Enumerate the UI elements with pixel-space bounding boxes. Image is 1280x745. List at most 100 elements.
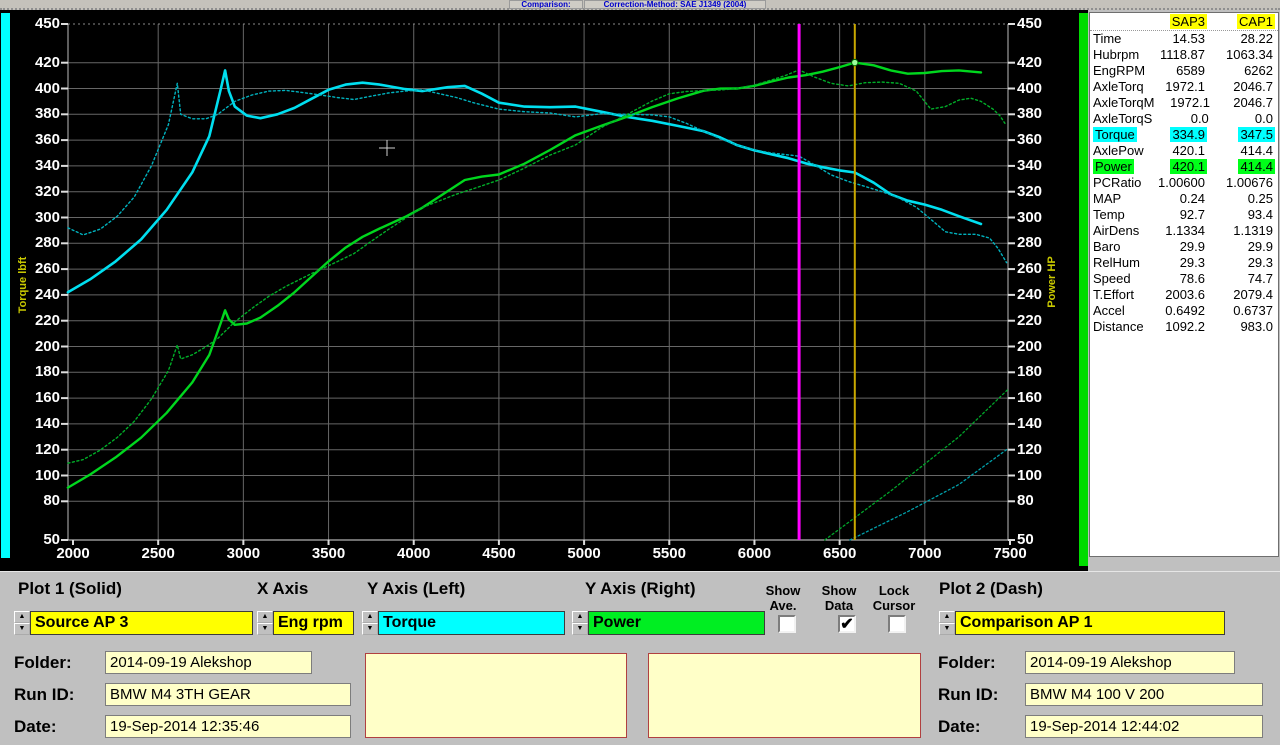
spinner-down-icon[interactable]: ▼: [14, 623, 30, 635]
table-row-axletorqm: AxleTorqM 1972.1 2046.7: [1093, 95, 1273, 110]
spinner-down-icon[interactable]: ▼: [572, 623, 588, 635]
run2-date-field[interactable]: 19-Sep-2014 12:44:02: [1025, 715, 1263, 738]
data-readout-panel: SAP3 CAP1 Time 14.53 28.22 Hubrpm 1118.87 1063.…: [1088, 10, 1280, 571]
plot2-spinner[interactable]: ▲ ▼: [939, 611, 955, 635]
column-header: CAP1: [1237, 14, 1275, 29]
y-axis-label-right: 80: [1017, 492, 1034, 510]
y-axis-label-right: 100: [1017, 466, 1043, 484]
spinner-down-icon[interactable]: ▼: [257, 623, 273, 635]
plot2-header: Plot 2 (Dash): [939, 579, 1043, 598]
dyno-plot[interactable]: [0, 10, 1088, 571]
run2-date-label: Date:: [938, 717, 981, 736]
y-axis-label-right: 140: [1017, 414, 1043, 432]
curve-sap3-torque-plot-1-solid-: [66, 69, 983, 294]
channel-value-table: SAP3 CAP1 Time 14.53 28.22 Hubrpm 1118.87 1063.…: [1089, 12, 1279, 557]
table-row-airdens: AirDens 1.1334 1.1319: [1093, 223, 1273, 238]
curve-cap1-power-run-up-dotted-: [824, 388, 1009, 541]
spinner-up-icon[interactable]: ▲: [257, 611, 273, 623]
control-panel: Plot 1 (Solid) X Axis Y Axis (Left) Y Ax…: [0, 571, 1280, 745]
y-axis-label-right: 160: [1017, 389, 1043, 407]
run1-runid-field[interactable]: BMW M4 3TH GEAR: [105, 683, 351, 706]
table-row-time: Time 14.53 28.22: [1093, 31, 1273, 46]
table-row-hubrpm: Hubrpm 1118.87 1063.34: [1093, 47, 1273, 62]
spinner-up-icon[interactable]: ▲: [572, 611, 588, 623]
run1-date-field[interactable]: 19-Sep-2014 12:35:46: [105, 715, 351, 738]
y-axis-label-right: 450: [1017, 15, 1043, 32]
y-axis-label-right: 380: [1017, 105, 1043, 123]
curve-cap1-torque-run-up-dotted-: [849, 447, 1009, 541]
plot2-comparison-field[interactable]: Comparison AP 1: [955, 611, 1225, 635]
y-axis-label-left: 420: [34, 53, 60, 71]
show-ave-checkbox[interactable]: [778, 615, 796, 633]
run2-comment-box[interactable]: [648, 653, 921, 738]
table-row-axletorq: AxleTorq 1972.1 2046.7: [1093, 79, 1273, 94]
main-content: 450 450 420 420 400 400 380 380 360 360 340 340 320 3…: [0, 10, 1280, 571]
y-axis-right-title: Power HP: [1046, 256, 1058, 308]
run1-date-label: Date:: [14, 717, 57, 736]
table-row-engrpm: EngRPM 6589 6262: [1093, 63, 1273, 78]
y-axis-label-right: 220: [1017, 311, 1043, 329]
data-cursor-marker: [851, 58, 859, 67]
y-axis-label-right: 300: [1017, 208, 1043, 226]
table-row-accel: Accel 0.6492 0.6737: [1093, 303, 1273, 318]
curve-cap1-power-plot-2-dash-: [67, 69, 1006, 464]
lock-cursor-label: Lock Cursor: [872, 583, 916, 613]
plot1-spinner[interactable]: ▲ ▼: [14, 611, 30, 635]
run2-folder-field[interactable]: 2014-09-19 Alekshop: [1025, 651, 1235, 674]
x-axis-label: 6000: [737, 545, 772, 562]
y-axis-label-right: 240: [1017, 285, 1043, 303]
y-axis-label-left: 340: [34, 156, 60, 174]
y-axis-label-left: 140: [34, 414, 60, 432]
x-axis-field[interactable]: Eng rpm: [273, 611, 354, 635]
table-row-map: MAP 0.24 0.25: [1093, 191, 1273, 206]
x-axis-label: 5000: [567, 545, 601, 562]
chart-region: 450 450 420 420 400 400 380 380 360 360 340 340 320 3…: [0, 10, 1088, 571]
table-row-t.effort: T.Effort 2003.6 2079.4: [1093, 287, 1273, 302]
y-right-field[interactable]: Power: [588, 611, 765, 635]
x-axis-label: 2000: [56, 545, 90, 562]
dyno-app-window: Comparison: Correction-Method: SAE J1349…: [0, 0, 1280, 745]
table-row-baro: Baro 29.9 29.9: [1093, 239, 1273, 254]
show-data-checkbox[interactable]: ✔: [838, 615, 856, 633]
x-axis-label: 6500: [822, 545, 857, 562]
title-bar: Comparison: Correction-Method: SAE J1349…: [0, 0, 1280, 10]
spinner-up-icon[interactable]: ▲: [939, 611, 955, 623]
table-header-row: SAP3 CAP1: [1090, 14, 1278, 31]
x-axis-label: 3500: [311, 545, 346, 562]
y-axis-left-header: Y Axis (Left): [367, 579, 466, 598]
table-row-speed: Speed 78.6 74.7: [1093, 271, 1273, 286]
x-axis-label: 3000: [226, 545, 261, 562]
table-row-power: Power 420.1 414.4: [1093, 159, 1275, 174]
spinner-down-icon[interactable]: ▼: [362, 623, 378, 635]
table-row-relhum: RelHum 29.3 29.3: [1093, 255, 1273, 270]
plot1-source-field[interactable]: Source AP 3: [30, 611, 253, 635]
y-axis-label-left: 320: [34, 182, 60, 200]
spinner-up-icon[interactable]: ▲: [362, 611, 378, 623]
y-left-spinner[interactable]: ▲ ▼: [362, 611, 378, 635]
y-axis-label-right: 280: [1017, 234, 1043, 252]
y-axis-left-title: Torque lbft: [17, 256, 29, 314]
y-axis-label-right: 340: [1017, 156, 1043, 174]
x-axis-label: 2500: [141, 545, 175, 562]
run1-comment-box[interactable]: [365, 653, 627, 738]
table-row-temp: Temp 92.7 93.4: [1093, 207, 1273, 222]
x-axis-spinner[interactable]: ▲ ▼: [257, 611, 273, 635]
y-left-field[interactable]: Torque: [378, 611, 565, 635]
spinner-up-icon[interactable]: ▲: [14, 611, 30, 623]
spinner-down-icon[interactable]: ▼: [939, 623, 955, 635]
y-right-spinner[interactable]: ▲ ▼: [572, 611, 588, 635]
y-axis-label-right: 320: [1017, 182, 1043, 200]
y-axis-label-right: 260: [1017, 260, 1043, 278]
x-axis-label: 7000: [908, 545, 942, 562]
y-axis-label-right: 360: [1017, 131, 1043, 149]
lock-cursor-checkbox[interactable]: [888, 615, 906, 633]
power-axis-color-bar: [1079, 13, 1088, 566]
table-row-distance: Distance 1092.2 983.0: [1093, 319, 1273, 334]
y-axis-label-left: 160: [34, 389, 60, 407]
y-axis-label-left: 360: [34, 131, 60, 149]
y-axis-label-left: 100: [34, 466, 60, 484]
y-axis-label-left: 180: [34, 363, 60, 381]
run1-folder-field[interactable]: 2014-09-19 Alekshop: [105, 651, 312, 674]
run2-runid-field[interactable]: BMW M4 100 V 200: [1025, 683, 1263, 706]
y-axis-label-right: 200: [1017, 337, 1043, 355]
